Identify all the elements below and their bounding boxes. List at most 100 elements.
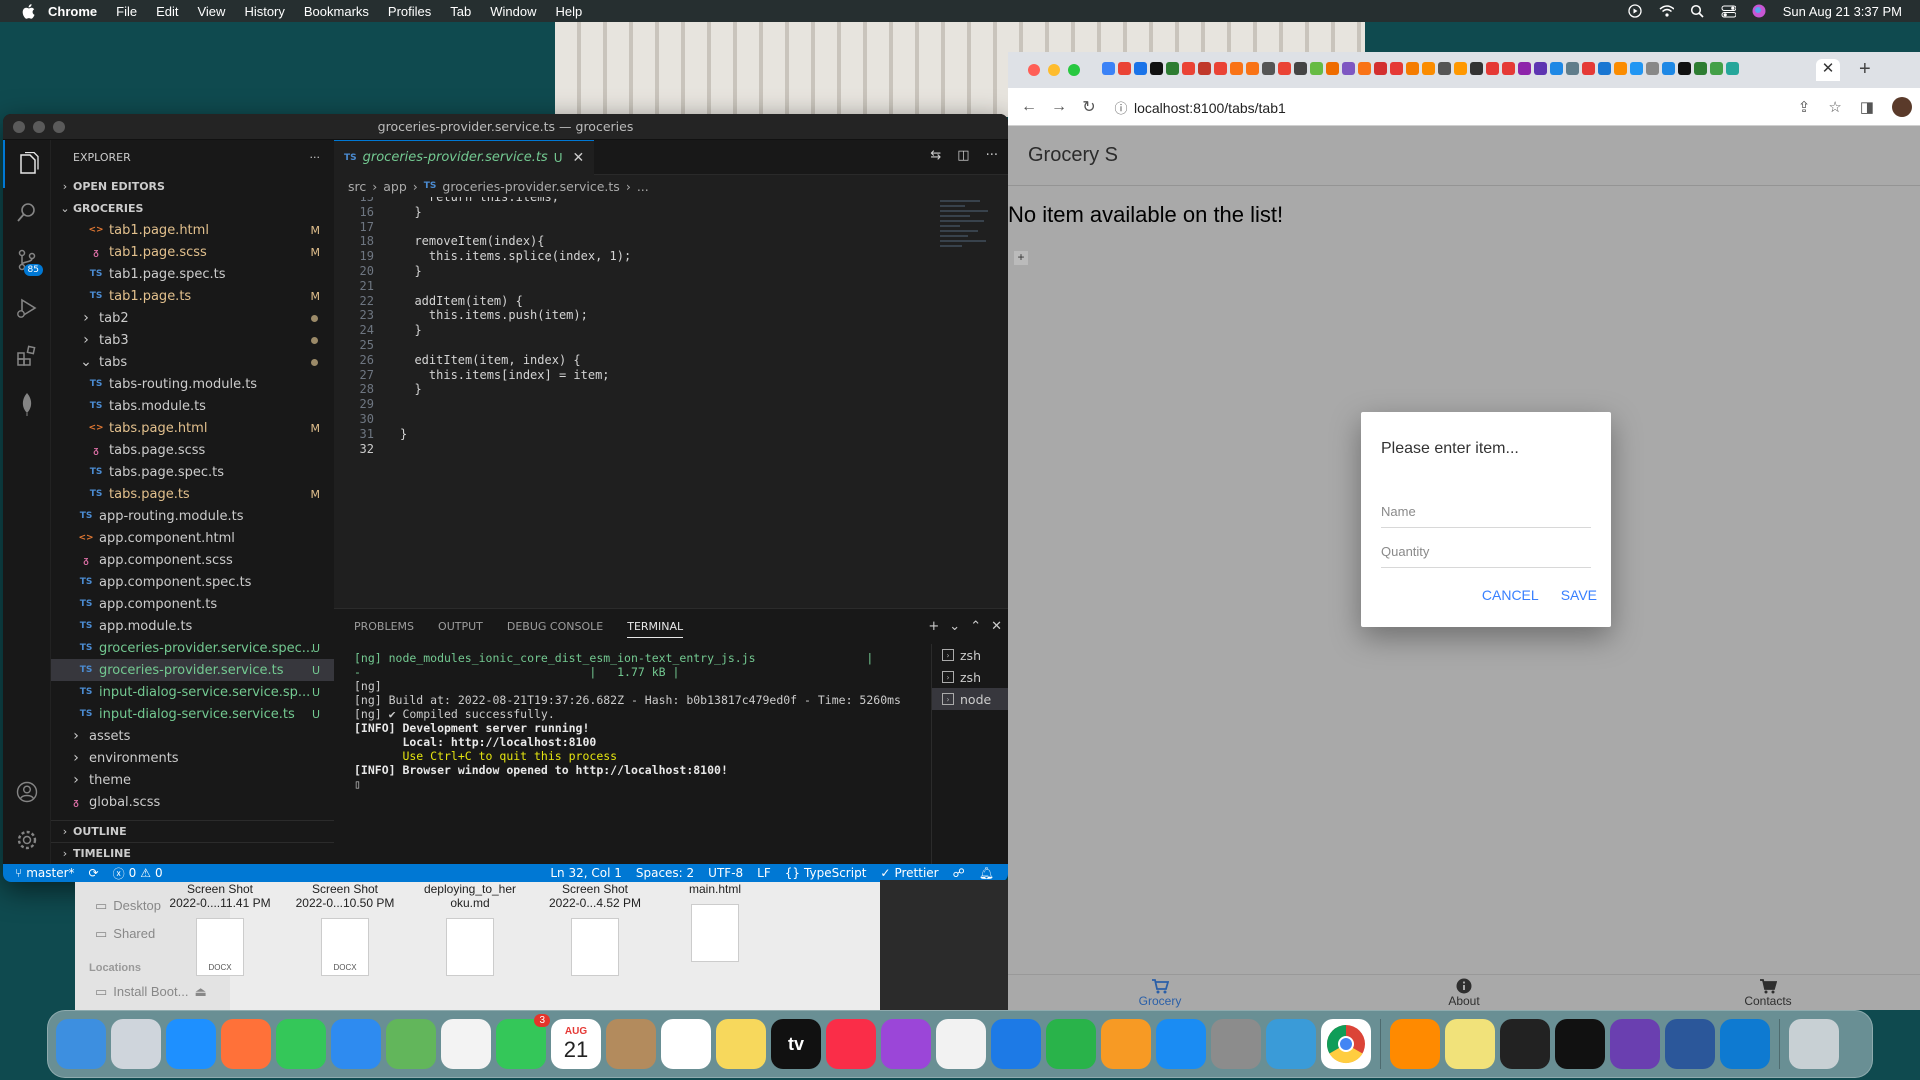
tab-favicon[interactable] [1406, 62, 1419, 75]
terminal-item[interactable]: › zsh [932, 644, 1008, 666]
close-tab-icon[interactable]: ✕ [573, 150, 585, 166]
tree-item[interactable]: <> tabs.page.html M [51, 417, 334, 439]
reload-icon[interactable]: ↻ [1074, 97, 1104, 117]
zoom-window-button[interactable] [53, 120, 65, 133]
share-icon[interactable]: ⇪ [1798, 98, 1811, 116]
tab-favicon[interactable] [1326, 62, 1339, 75]
side-panel-icon[interactable]: ◨ [1860, 98, 1874, 116]
tab-favicon[interactable] [1438, 62, 1451, 75]
tab-favicon[interactable] [1278, 62, 1291, 75]
code-area[interactable]: 15 return this.items; 16 } 17 18 removeItem… [334, 197, 1008, 527]
finder-file[interactable]: main.html [660, 882, 770, 962]
tab-favicon[interactable] [1678, 62, 1691, 75]
git-branch-status[interactable]: ⑂ master* [15, 866, 75, 880]
tab-favicon[interactable] [1374, 62, 1387, 75]
finder-file[interactable]: deploying_to_her oku.md [415, 882, 525, 976]
calendar-icon[interactable]: AUG 21 [551, 1019, 601, 1069]
menu-window[interactable]: Window [490, 4, 536, 19]
tab-favicon[interactable] [1486, 62, 1499, 75]
menu-view[interactable]: View [197, 4, 225, 19]
numbers-icon[interactable] [1046, 1019, 1096, 1069]
sublime-icon[interactable] [1390, 1019, 1440, 1069]
safari-icon[interactable] [166, 1019, 216, 1069]
menu-file[interactable]: File [116, 4, 137, 19]
tree-item[interactable]: TS tabs.page.ts M [51, 483, 334, 505]
bookmark-star-icon[interactable]: ☆ [1828, 98, 1841, 116]
profile-avatar[interactable] [1892, 97, 1912, 117]
tree-item[interactable]: TS app.component.spec.ts [51, 571, 334, 593]
tab-debug-console[interactable]: DEBUG CONSOLE [507, 620, 603, 633]
play-icon[interactable] [1628, 4, 1643, 18]
tab-favicon[interactable] [1550, 62, 1563, 75]
close-window-button[interactable] [1028, 64, 1040, 76]
run-debug-icon[interactable] [3, 284, 51, 332]
tree-item[interactable]: TS groceries-provider.service.ts U [51, 659, 334, 681]
quantity-input[interactable] [1381, 544, 1591, 567]
finder-icon[interactable] [56, 1019, 106, 1069]
menu-edit[interactable]: Edit [156, 4, 178, 19]
finder-sidebar-item[interactable]: ▭ Shared [95, 926, 155, 942]
tab-favicon[interactable] [1534, 62, 1547, 75]
menu-bookmarks[interactable]: Bookmarks [304, 4, 369, 19]
tab-favicon[interactable] [1454, 62, 1467, 75]
tree-item[interactable]: TS tabs-routing.module.ts [51, 373, 334, 395]
terminal-icon[interactable] [1500, 1019, 1550, 1069]
trash-icon[interactable] [1789, 1019, 1839, 1069]
tree-item[interactable]: ᵹ tab1.page.scss M [51, 241, 334, 263]
tab-favicon[interactable] [1150, 62, 1163, 75]
tab-favicon[interactable] [1230, 62, 1243, 75]
source-control-icon[interactable]: 85 [3, 236, 51, 284]
settings-gear-icon[interactable] [3, 816, 51, 864]
menubar-clock[interactable]: Sun Aug 21 3:37 PM [1783, 4, 1902, 19]
tree-item[interactable]: › tab3 [51, 329, 334, 351]
tab-favicon[interactable] [1694, 62, 1707, 75]
tab-grocery[interactable]: Grocery [1008, 975, 1312, 1010]
new-terminal-icon[interactable]: + [928, 619, 939, 634]
sync-icon[interactable]: ⟳ [89, 866, 99, 880]
tab-favicon[interactable] [1294, 62, 1307, 75]
tab-favicon[interactable] [1390, 62, 1403, 75]
github-icon[interactable] [1610, 1019, 1660, 1069]
facetime-icon[interactable]: 3 [496, 1014, 550, 1069]
encoding[interactable]: UTF-8 [708, 866, 743, 880]
finder-file[interactable]: Screen Shot 2022-0...4.52 PM [540, 882, 650, 976]
prettier-status[interactable]: ✓ Prettier [880, 866, 938, 880]
add-item-button[interactable]: + [1014, 251, 1028, 265]
finder-file[interactable]: Screen Shot 2022-0...10.50 PM DOCX [290, 882, 400, 976]
keynote-icon[interactable] [991, 1019, 1041, 1069]
tree-item[interactable]: ⌄ tabs [51, 351, 334, 373]
tab-favicon[interactable] [1310, 62, 1323, 75]
address-bar[interactable]: ⓘ localhost:8100/tabs/tab1 [1108, 94, 1818, 121]
save-button[interactable]: SAVE [1553, 583, 1605, 607]
tree-item[interactable]: TS groceries-provider.service.spec... U [51, 637, 334, 659]
maximize-panel-icon[interactable]: ⌃ [970, 619, 981, 634]
tab-favicon[interactable] [1422, 62, 1435, 75]
breadcrumb-item[interactable]: src [348, 179, 366, 194]
finder-sidebar-item[interactable]: ▭ Desktop [95, 898, 161, 914]
feedback-icon[interactable]: ☍ [953, 866, 965, 880]
zoom-window-button[interactable] [1068, 64, 1080, 76]
terminal-item-active[interactable]: › node [932, 688, 1008, 710]
word-icon[interactable] [1665, 1019, 1715, 1069]
language-mode[interactable]: {} TypeScript [785, 866, 867, 880]
menu-help[interactable]: Help [556, 4, 583, 19]
minimize-window-button[interactable] [1048, 64, 1060, 76]
tree-item[interactable]: TS app.module.ts [51, 615, 334, 637]
apple-icon[interactable] [20, 3, 36, 19]
tab-favicon[interactable] [1358, 62, 1371, 75]
breadcrumb-item[interactable]: ... [637, 179, 649, 194]
tab-favicon[interactable] [1662, 62, 1675, 75]
mongodb-leaf-icon[interactable] [3, 380, 51, 428]
finder-sidebar-item[interactable]: ▭ Install Boot... ⏏ [95, 984, 207, 1000]
siri-icon[interactable] [1752, 4, 1767, 18]
extensions-icon[interactable] [3, 332, 51, 380]
accounts-icon[interactable] [3, 768, 51, 816]
news-icon[interactable] [936, 1019, 986, 1069]
end-of-line[interactable]: LF [757, 866, 771, 880]
editor-tab-active[interactable]: TS groceries-provider.service.ts U ✕ [334, 139, 595, 175]
search-icon[interactable] [3, 188, 51, 236]
open-changes-icon[interactable]: ⇆ [930, 148, 941, 163]
tree-item[interactable]: › tab2 [51, 307, 334, 329]
cursor-position[interactable]: Ln 32, Col 1 [550, 866, 622, 880]
tab-favicon[interactable] [1182, 62, 1195, 75]
